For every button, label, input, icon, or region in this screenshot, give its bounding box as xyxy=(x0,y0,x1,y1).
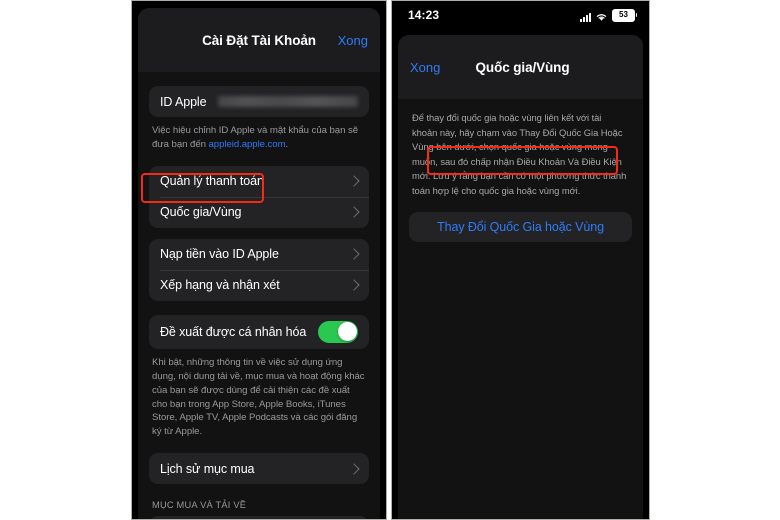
country-region-label: Quốc gia/Vùng xyxy=(160,205,242,220)
personalized-group: Đề xuất được cá nhân hóa xyxy=(149,314,369,349)
done-button[interactable]: Xong xyxy=(338,33,368,48)
country-region-sheet-inner: Xong Quốc gia/Vùng Để thay đổi quốc gia … xyxy=(398,49,643,519)
sidebar-item-hidden-purchases[interactable]: Ẩn mục mua xyxy=(149,516,369,519)
apple-id-row[interactable]: ID Apple xyxy=(149,86,369,117)
apple-id-footnote-text-after: . xyxy=(285,138,289,150)
apple-id-group: ID Apple xyxy=(149,86,369,117)
ratings-reviews-label: Xếp hạng và nhận xét xyxy=(160,278,280,293)
right-phone-panel: 14:23 53 Xong Quốc gia/Vùng Để thay đổi … xyxy=(391,0,650,520)
right-sheet-shell: Xong Quốc gia/Vùng Để thay đổi quốc gia … xyxy=(392,29,649,519)
personalized-footnote: Khi bật, những thông tin về việc sử dụng… xyxy=(152,356,365,438)
apple-id-label: ID Apple xyxy=(160,94,207,109)
add-funds-label: Nạp tiền vào ID Apple xyxy=(160,247,279,262)
left-content-scroll[interactable]: ID Apple Việc hiệu chỉnh ID Apple và mật… xyxy=(138,72,380,519)
screenshot-canvas: Cài Đặt Tài Khoản Xong ID Apple Việc hiệ… xyxy=(0,0,780,520)
left-sheet-shell: Cài Đặt Tài Khoản Xong ID Apple Việc hiệ… xyxy=(132,1,386,519)
change-country-region-button[interactable]: Thay Đổi Quốc Gia hoặc Vùng xyxy=(409,212,632,242)
status-bar: 14:23 53 xyxy=(392,1,649,29)
payment-group: Quản lý thanh toán Quốc gia/Vùng xyxy=(149,165,369,228)
personalized-recommendations-row[interactable]: Đề xuất được cá nhân hóa xyxy=(149,315,369,349)
chevron-right-icon xyxy=(348,206,360,218)
back-done-button[interactable]: Xong xyxy=(410,60,440,75)
status-bar-icons: 53 xyxy=(580,8,637,22)
purchase-history-group: Lịch sử mục mua xyxy=(149,453,369,485)
left-phone-panel: Cài Đặt Tài Khoản Xong ID Apple Việc hiệ… xyxy=(131,0,387,520)
chevron-right-icon xyxy=(348,248,360,260)
account-settings-sheet-inner: Cài Đặt Tài Khoản Xong ID Apple Việc hiệ… xyxy=(138,22,380,519)
personalized-recommendations-label: Đề xuất được cá nhân hóa xyxy=(160,324,307,339)
battery-percent-label: 53 xyxy=(619,10,628,19)
change-country-group: Thay Đổi Quốc Gia hoặc Vùng xyxy=(409,212,632,243)
account-settings-sheet: Cài Đặt Tài Khoản Xong ID Apple Việc hiệ… xyxy=(138,8,380,519)
battery-icon: 53 xyxy=(612,8,637,22)
hidden-purchases-group: Ẩn mục mua xyxy=(149,516,369,519)
toggle-knob xyxy=(337,322,357,342)
right-navbar: Xong Quốc gia/Vùng xyxy=(398,49,643,85)
sidebar-item-add-funds[interactable]: Nạp tiền vào ID Apple xyxy=(149,239,369,270)
apple-id-footnote: Việc hiệu chỉnh ID Apple và mật khẩu của… xyxy=(152,124,366,152)
right-content-scroll[interactable]: Để thay đổi quốc gia hoặc vùng liên kết … xyxy=(398,99,643,519)
change-country-region-label: Thay Đổi Quốc Gia hoặc Vùng xyxy=(437,220,604,235)
chevron-right-icon xyxy=(348,279,360,291)
wifi-icon xyxy=(596,13,607,21)
personalized-recommendations-toggle[interactable] xyxy=(318,320,358,343)
country-region-sheet: Xong Quốc gia/Vùng Để thay đổi quốc gia … xyxy=(398,35,643,519)
appleid-link[interactable]: appleid.apple.com xyxy=(209,139,286,150)
apple-id-value-redacted xyxy=(218,96,358,107)
cellular-signal-icon xyxy=(580,12,591,22)
status-bar-time: 14:23 xyxy=(408,8,440,22)
left-navbar: Cài Đặt Tài Khoản Xong xyxy=(138,22,380,58)
sidebar-item-manage-payment[interactable]: Quản lý thanh toán xyxy=(149,166,369,197)
account-group: Nạp tiền vào ID Apple Xếp hạng và nhận x… xyxy=(149,238,369,301)
downloads-section-header: MỤC MUA VÀ TẢI VỀ xyxy=(152,500,247,511)
sidebar-item-purchase-history[interactable]: Lịch sử mục mua xyxy=(149,453,369,484)
manage-payment-label: Quản lý thanh toán xyxy=(160,174,264,189)
sidebar-item-ratings-reviews[interactable]: Xếp hạng và nhận xét xyxy=(149,269,369,301)
chevron-right-icon xyxy=(348,175,360,187)
chevron-right-icon xyxy=(348,463,360,475)
sidebar-item-country-region[interactable]: Quốc gia/Vùng xyxy=(149,196,369,228)
country-region-intro-text: Để thay đổi quốc gia hoặc vùng liên kết … xyxy=(412,112,627,196)
purchase-history-label: Lịch sử mục mua xyxy=(160,461,255,476)
